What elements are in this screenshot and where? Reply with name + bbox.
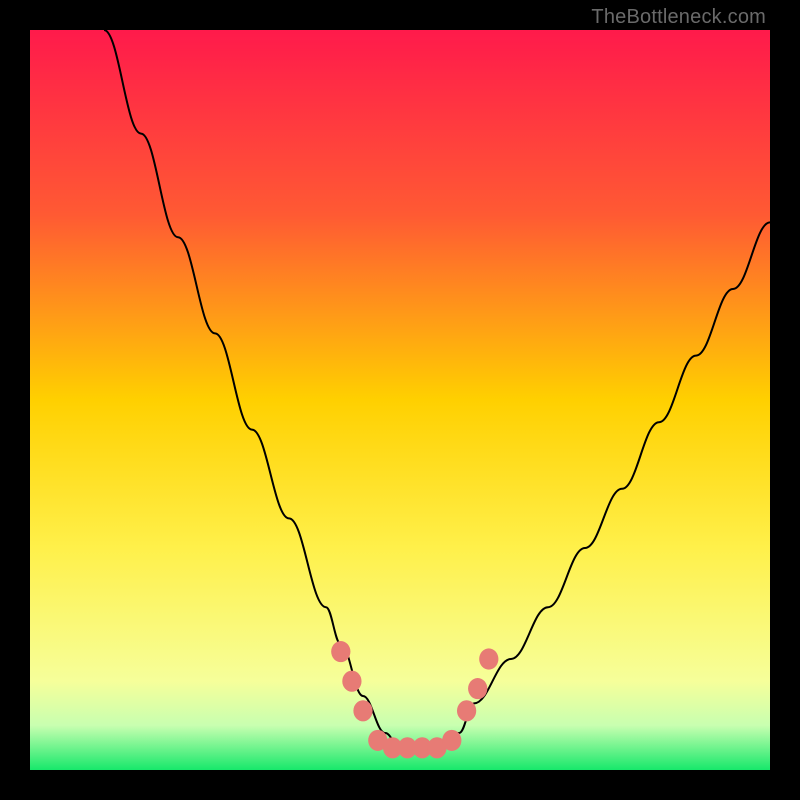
chart-frame: TheBottleneck.com [0,0,800,800]
plot-area [30,30,770,770]
background-gradient [30,30,770,770]
attribution-text: TheBottleneck.com [591,6,766,29]
